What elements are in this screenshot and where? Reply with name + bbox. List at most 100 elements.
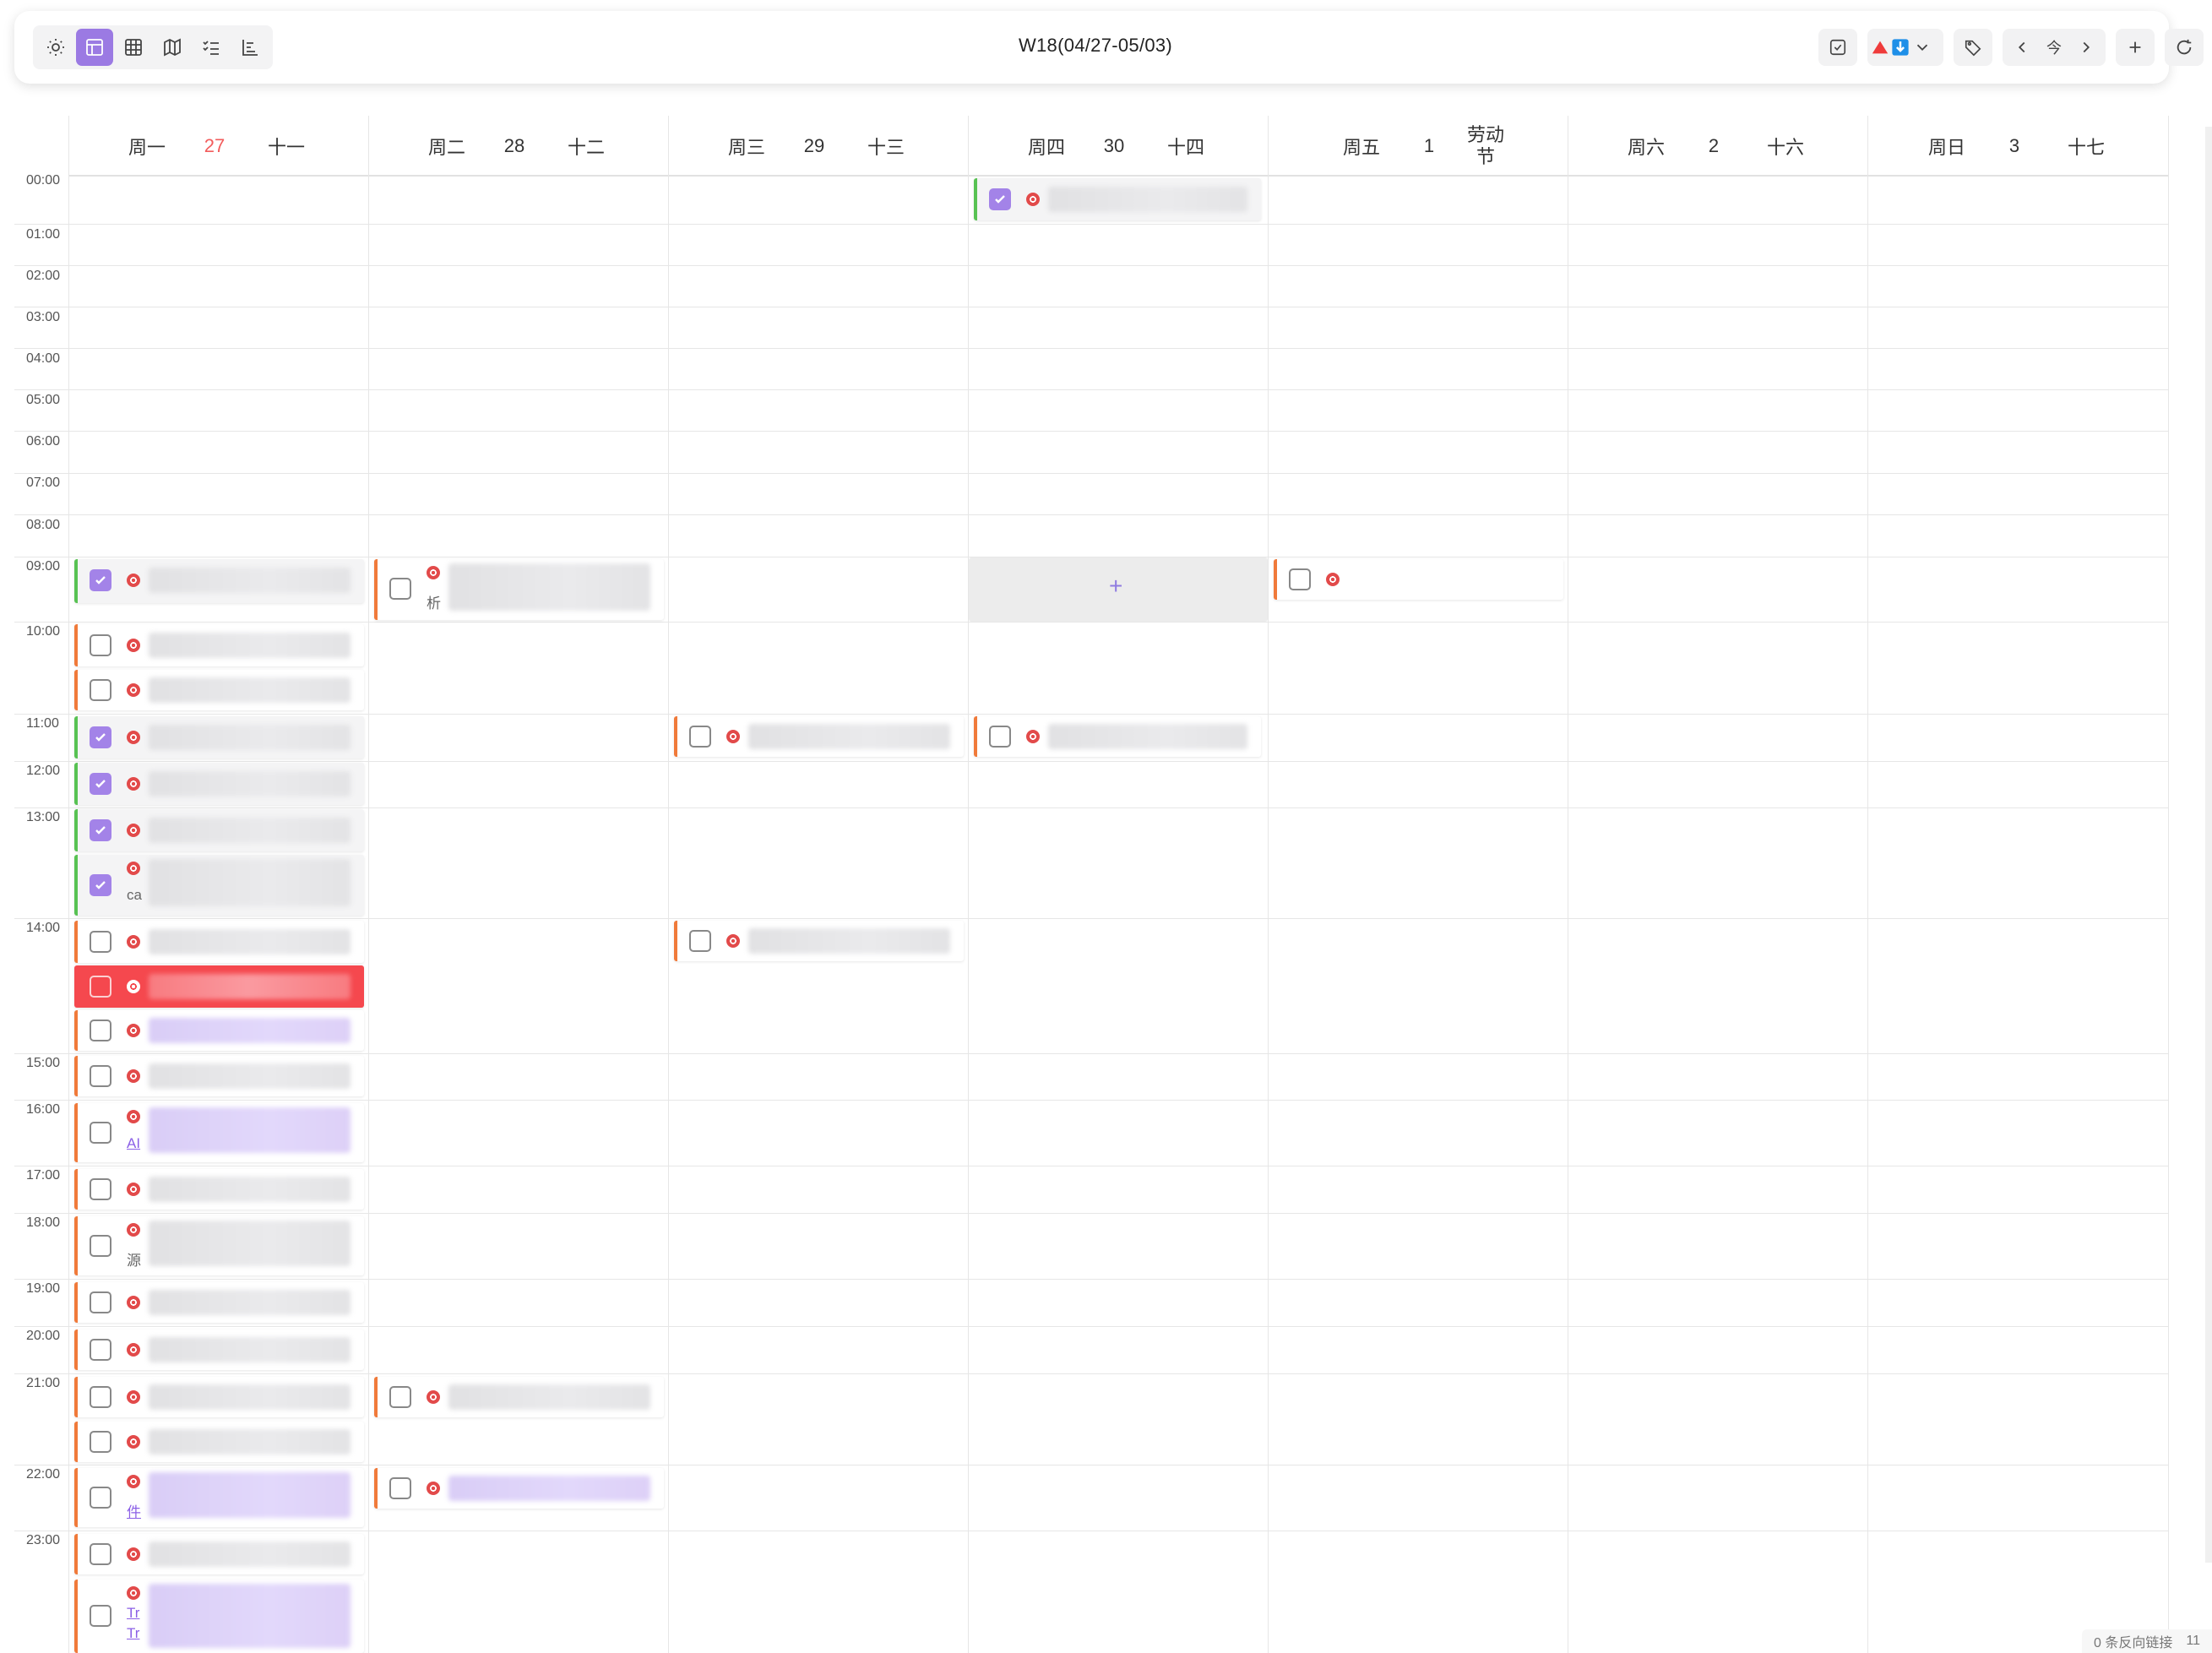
task-card[interactable] [74,559,364,603]
task-link-fragment[interactable]: Tr [127,1605,139,1622]
task-card[interactable] [74,1282,364,1323]
task-checkbox[interactable] [90,634,111,656]
task-card[interactable] [74,763,364,805]
map-icon[interactable] [154,29,191,66]
task-checkbox[interactable] [90,569,111,591]
task-checkbox[interactable] [90,1543,111,1565]
task-checkbox[interactable] [90,1339,111,1361]
gantt-icon[interactable] [231,29,269,66]
new-task-slot[interactable]: + [969,557,1268,622]
task-checkbox[interactable] [689,930,711,952]
task-card[interactable] [974,716,1261,757]
task-checkbox[interactable] [90,1431,111,1453]
task-checkbox[interactable] [90,1122,111,1144]
task-checkbox[interactable] [90,819,111,841]
task-checkbox[interactable] [90,874,111,896]
task-card[interactable] [374,1377,664,1417]
task-checkbox[interactable] [689,726,711,748]
overdue-task-card[interactable] [74,965,364,1008]
task-card[interactable]: Tr Tr [74,1580,364,1653]
tag-filter[interactable] [1954,29,1992,66]
target-icon [127,777,140,791]
add-task-button[interactable] [2119,31,2151,63]
task-checkbox[interactable] [90,1178,111,1200]
plus-icon[interactable]: + [1109,573,1122,600]
task-card[interactable] [74,1422,364,1462]
task-checkbox[interactable] [90,773,111,795]
task-card[interactable] [974,178,1261,220]
task-card[interactable] [74,670,364,710]
task-checkbox[interactable] [90,931,111,953]
task-card[interactable] [674,921,964,961]
refresh-button[interactable] [2168,31,2200,63]
target-icon [127,1547,140,1561]
task-checkbox[interactable] [989,726,1011,748]
task-card[interactable] [74,1329,364,1370]
task-card[interactable]: ca [74,855,364,916]
task-checkbox[interactable] [90,726,111,748]
task-title-blurred [149,859,351,906]
task-card[interactable] [74,1056,364,1096]
task-card[interactable]: 件 [74,1468,364,1527]
day-header-fri[interactable]: 周五 1 劳动节 [1268,116,1568,177]
task-card[interactable] [74,1377,364,1417]
task-link-fragment[interactable]: AI [127,1135,140,1152]
target-icon [127,1390,140,1404]
task-link-fragment[interactable]: Tr [127,1625,139,1642]
task-checkbox[interactable] [389,1386,411,1408]
task-checkbox[interactable] [389,578,411,600]
tag-icon[interactable] [1957,31,1989,63]
task-card[interactable] [74,1169,364,1210]
task-checkbox[interactable] [90,1291,111,1313]
task-checkbox[interactable] [389,1477,411,1499]
task-card[interactable] [74,624,364,666]
task-checkbox[interactable] [90,1386,111,1408]
task-title-blurred [748,724,950,749]
task-card[interactable] [74,921,364,963]
task-card[interactable]: 源 [74,1216,364,1275]
task-card[interactable] [1274,559,1563,600]
task-card[interactable] [74,809,364,851]
task-checkbox[interactable] [90,1065,111,1087]
time-label: 07:00 [26,476,61,490]
task-card[interactable] [674,716,964,757]
scrollbar[interactable] [2205,127,2212,1563]
task-link-fragment[interactable]: 件 [127,1500,141,1521]
next-week-button[interactable] [2070,31,2102,63]
day-header-thu[interactable]: 周四 30 十四 [968,116,1268,177]
task-checkbox[interactable] [989,188,1011,210]
layout-icon[interactable] [76,29,113,66]
task-card[interactable]: 析 [374,559,664,620]
task-checkbox[interactable] [90,1605,111,1627]
task-checkbox[interactable] [90,1020,111,1041]
prev-week-button[interactable] [2006,31,2038,63]
task-toggle[interactable] [1818,29,1857,66]
checklist-icon[interactable] [193,29,230,66]
grid-icon[interactable] [115,29,152,66]
day-header-tue[interactable]: 周二 28 十二 [368,116,668,177]
task-card[interactable] [74,716,364,759]
task-card[interactable] [74,1010,364,1051]
task-checkbox[interactable] [90,1235,111,1257]
task-checkbox[interactable] [90,976,111,998]
time-label: 16:00 [26,1102,61,1117]
task-checkbox[interactable] [90,1487,111,1509]
backlinks-count[interactable]: 0 条反向链接 [2094,1631,2172,1651]
sort-dropdown[interactable] [1867,29,1943,66]
sun-icon[interactable] [37,29,74,66]
checkbox-icon[interactable] [1822,31,1854,63]
task-title-blurred [149,1429,351,1455]
task-card[interactable] [74,1534,364,1574]
day-header-sat[interactable]: 周六 2 十六 [1568,116,1867,177]
lunar-label: 十四 [1166,137,1204,158]
hour-line [14,622,2169,623]
day-header-wed[interactable]: 周三 29 十三 [668,116,968,177]
day-header-sun[interactable]: 周日 3 十七 [1867,116,2169,177]
today-button[interactable]: 今 [2038,31,2070,63]
task-card[interactable] [374,1468,664,1509]
task-card[interactable]: AI [74,1103,364,1162]
day-header-mon[interactable]: 周一 27 十一 [68,116,368,177]
task-checkbox[interactable] [90,679,111,701]
task-checkbox[interactable] [1289,568,1311,590]
chevron-down-icon[interactable] [1911,31,1933,63]
